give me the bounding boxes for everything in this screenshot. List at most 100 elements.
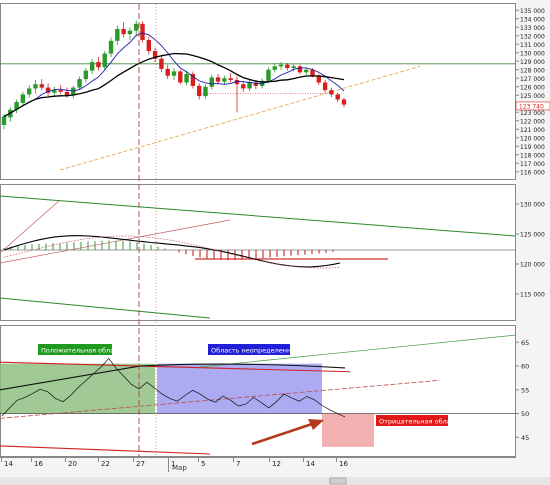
candle-body — [115, 28, 120, 41]
positive-area-label: Положительная область — [38, 344, 126, 355]
candle-body — [26, 88, 32, 95]
price-tick-label: 127 000 — [520, 76, 545, 83]
candle-body — [228, 78, 233, 80]
candle-body — [196, 85, 202, 97]
candle-body — [108, 40, 114, 54]
month-label: Мар — [172, 464, 187, 472]
x-tick-label: 12 — [272, 460, 281, 468]
osc-histogram-bar — [73, 242, 75, 250]
candle-body — [335, 94, 340, 100]
candle-body — [171, 71, 177, 76]
osc-tick-label: 130 000 — [520, 202, 545, 209]
candle-body — [291, 66, 296, 69]
horizontal-scrollbar[interactable] — [0, 477, 550, 485]
candle-body — [77, 79, 82, 88]
osc-tick-label: 115 000 — [520, 292, 545, 299]
osc-histogram-bar — [38, 243, 40, 250]
osc-histogram-bar — [269, 250, 271, 258]
osc-histogram-bar — [227, 250, 229, 261]
candle-body — [241, 84, 246, 89]
rsi-tick-label: 60 — [521, 363, 529, 371]
osc-histogram-bar — [101, 240, 103, 250]
osc-histogram-bar — [199, 250, 201, 258]
candle-body — [20, 94, 26, 103]
osc-histogram-bar — [52, 243, 54, 250]
osc-histogram-bar — [206, 250, 208, 259]
price-tick-label: 135 000 — [520, 8, 545, 15]
osc-histogram-bar — [255, 250, 257, 259]
price-tick-label: 129 000 — [520, 59, 545, 66]
candle-body — [272, 66, 277, 70]
osc-histogram-bar — [122, 240, 124, 250]
candle-body — [146, 40, 152, 52]
x-tick-label: 20 — [68, 460, 77, 468]
negative-area-text: Отрицательная область — [379, 418, 462, 426]
uncertain-area-text: Область неопределенности — [211, 347, 307, 355]
osc-histogram-bar — [17, 245, 19, 250]
candle-body — [203, 86, 208, 97]
rsi-tick-label: 50 — [521, 410, 529, 418]
candle-body — [102, 53, 107, 68]
price-tick-label: 131 000 — [520, 42, 545, 49]
price-tick-label: 120 000 — [520, 135, 545, 142]
osc-histogram-bar — [304, 250, 306, 255]
candle-body — [89, 62, 95, 71]
osc-histogram-bar — [164, 248, 166, 250]
osc-tick-label: 120 000 — [520, 262, 545, 269]
x-tick-label: 16 — [34, 460, 43, 468]
osc-histogram-bar — [325, 250, 327, 253]
osc-histogram-bar — [157, 246, 159, 250]
price-tick-label: 134 000 — [520, 16, 545, 23]
osc-histogram-bar — [80, 241, 82, 250]
price-tick-label: 126 000 — [520, 84, 545, 91]
osc-histogram-bar — [297, 250, 299, 256]
osc-histogram-bar — [192, 250, 194, 256]
rsi-tick-label: 45 — [521, 434, 529, 442]
price-tick-label: 128 000 — [520, 67, 545, 74]
osc-histogram-bar — [276, 250, 278, 257]
candle-body — [341, 99, 347, 105]
osc-histogram-bar — [115, 240, 117, 250]
osc-histogram-bar — [66, 242, 68, 250]
candle-body — [1, 116, 7, 125]
candle-body — [215, 77, 221, 82]
candle-body — [58, 90, 63, 92]
x-tick-label: 16 — [339, 460, 348, 468]
candle-body — [209, 77, 214, 87]
candle-body — [322, 82, 328, 91]
candle-body — [127, 30, 133, 35]
candle-body — [134, 23, 139, 31]
price-tick-label: 130 000 — [520, 50, 545, 57]
rsi-tick-label: 55 — [521, 386, 529, 394]
x-tick-label: 14 — [4, 460, 13, 468]
osc-histogram-bar — [108, 240, 110, 250]
price-tick-label: 122 000 — [520, 118, 545, 125]
x-tick-label: 14 — [306, 460, 315, 468]
osc-histogram-bar — [311, 250, 313, 255]
x-tick-label: 27 — [136, 460, 145, 468]
osc-histogram-bar — [283, 250, 285, 257]
price-tick-label: 132 000 — [520, 33, 545, 40]
candle-body — [184, 74, 189, 83]
candle-body — [96, 62, 101, 68]
scrollbar-thumb[interactable] — [329, 477, 347, 485]
candle-body — [178, 71, 183, 83]
uncertain-area-label: Область неопределенности — [208, 344, 307, 355]
candle-body — [222, 78, 227, 82]
osc-histogram-bar — [24, 244, 26, 250]
x-tick-label: 5 — [201, 460, 205, 468]
osc-histogram-bar — [178, 250, 180, 253]
osc-histogram-bar — [94, 241, 96, 250]
price-tick-label: 121 000 — [520, 127, 545, 134]
osc-histogram-bar — [318, 250, 320, 254]
candle-body — [33, 84, 38, 89]
osc-histogram-bar — [185, 250, 187, 255]
price-tick-label: 125 000 — [520, 93, 545, 100]
osc-histogram-bar — [87, 241, 89, 250]
last-price-label: 123 740 — [519, 103, 544, 110]
price-tick-label: 117 000 — [520, 161, 545, 168]
candle-body — [285, 64, 290, 69]
negative-zone — [322, 413, 374, 447]
osc-histogram-bar — [143, 243, 145, 250]
osc-histogram-bar — [332, 250, 334, 252]
